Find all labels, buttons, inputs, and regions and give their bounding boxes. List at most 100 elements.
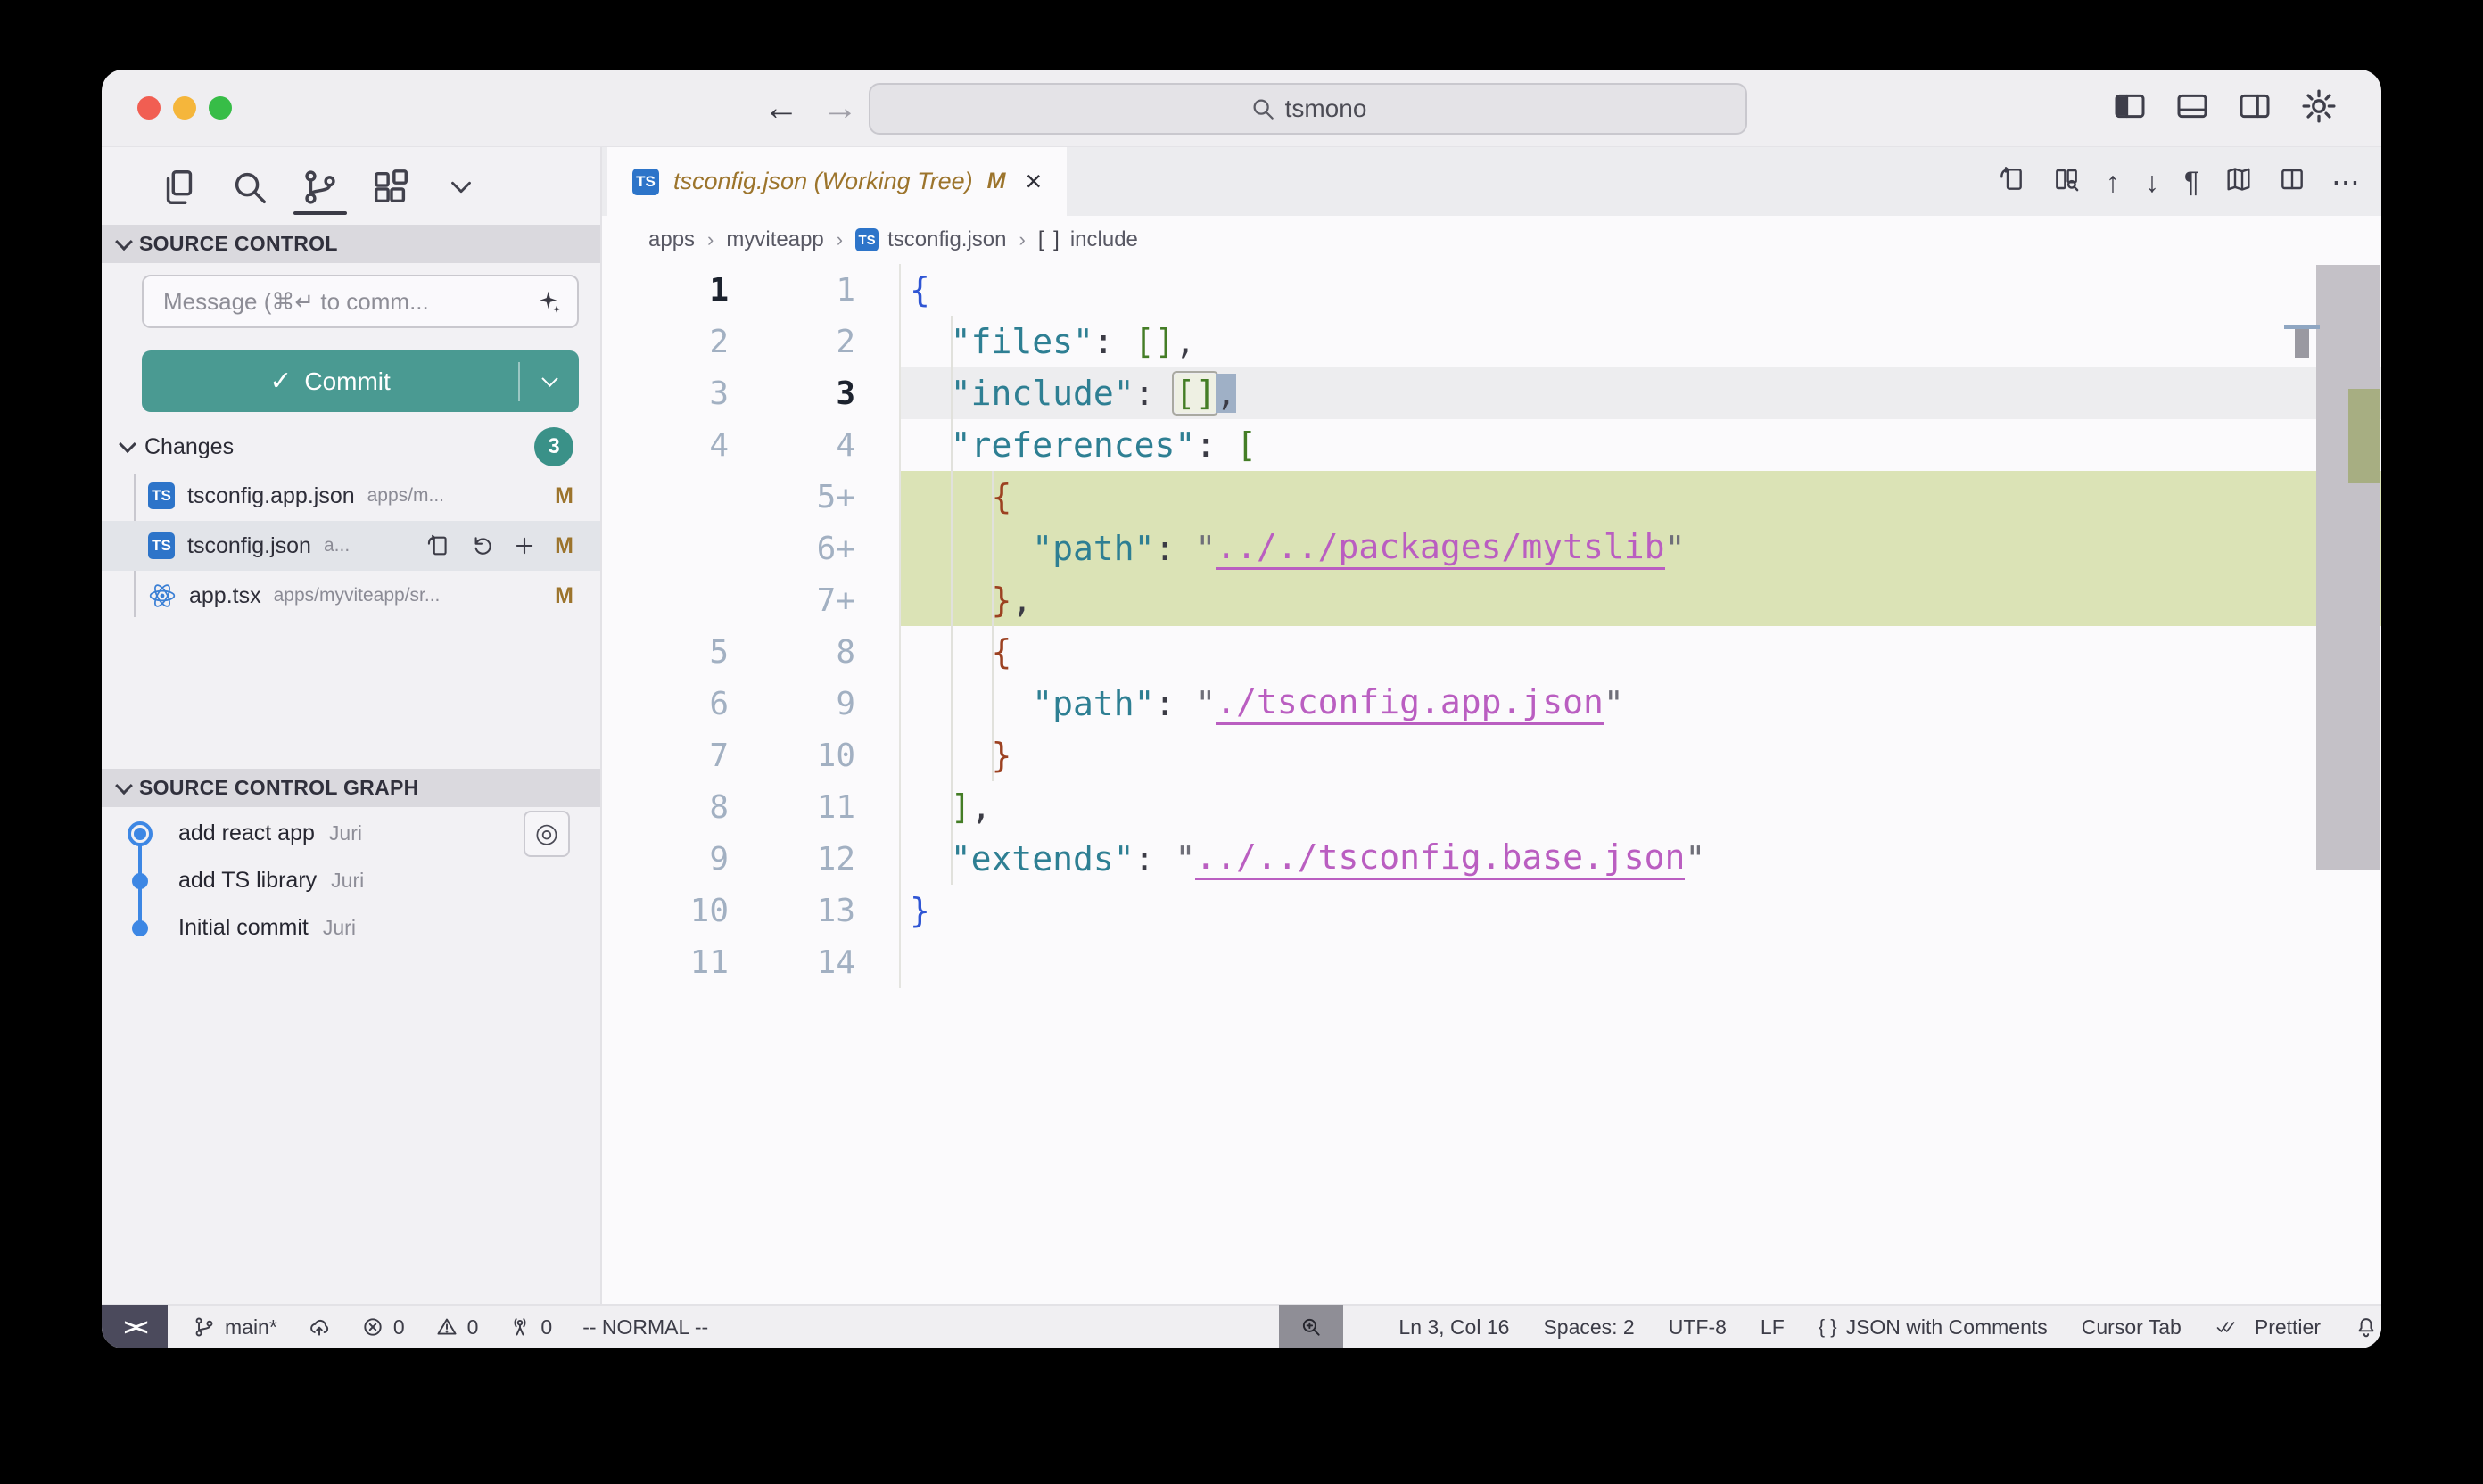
source-control-graph-header[interactable]: SOURCE CONTROL GRAPH [102,769,600,807]
typescript-icon: TS [632,169,659,195]
breadcrumb-item-myviteapp[interactable]: myviteapp [726,227,823,252]
status-lf[interactable]: LF [1761,1315,1785,1340]
activity-item-search[interactable] [229,160,270,215]
discard-icon[interactable] [469,533,494,558]
status-0[interactable]: 0 [435,1315,479,1340]
status-ln-3-col-16[interactable]: Ln 3, Col 16 [1398,1315,1509,1340]
open-changes-icon[interactable] [426,533,451,558]
commit-dropdown-button[interactable] [520,375,579,387]
code-line[interactable]: 1013} [602,885,2381,936]
close-window-button[interactable] [137,96,161,120]
activity-item-extensions[interactable] [370,160,411,215]
commit-row[interactable]: add react appJuri◎ [102,810,600,857]
arrow-up-button[interactable]: ↑ [2106,168,2120,196]
modified-badge: M [555,483,573,509]
breadcrumb-label: myviteapp [726,227,823,252]
layout-sidebar-left-button[interactable] [2112,88,2148,128]
layout-panel-button[interactable] [2174,88,2210,128]
status-remote[interactable]: >< [102,1305,168,1348]
open-changes-button[interactable] [1999,165,2027,198]
tab-tsconfig-working-tree[interactable]: TS tsconfig.json (Working Tree) M × [607,147,1067,216]
status-0[interactable]: 0 [361,1315,405,1340]
status-normal[interactable]: -- NORMAL -- [582,1315,708,1340]
arrow-down-button[interactable]: ↓ [2145,168,2159,196]
code-line[interactable]: 7+ }, [602,574,2381,626]
commit-button[interactable]: ✓ Commit [142,350,579,412]
changed-file-app.tsx[interactable]: app.tsxapps/myviteapp/sr...M [102,571,600,621]
ellipsis-button[interactable]: ⋯ [2331,168,2360,196]
status-json-with-comments[interactable]: { }JSON with Comments [1819,1315,2048,1340]
status-zoom-in[interactable] [1279,1305,1343,1348]
code-line[interactable]: 44 "references": [ [602,419,2381,471]
scrollbar[interactable] [2316,265,2380,870]
breadcrumb-separator: › [837,228,843,251]
status-cursor-tab[interactable]: Cursor Tab [2082,1315,2182,1340]
status-spaces-2[interactable]: Spaces: 2 [1543,1315,1634,1340]
code-line[interactable]: 710 } [602,730,2381,781]
compare-file-button[interactable] [2052,165,2081,198]
status-main[interactable]: main* [193,1315,277,1340]
breadcrumb-item-apps[interactable]: apps [648,227,695,252]
commit-row[interactable]: add TS libraryJuri [102,857,600,904]
status-cloud-upload[interactable] [308,1315,331,1339]
close-icon[interactable]: × [1025,165,1042,198]
layout-sidebar-right-button[interactable] [2237,88,2273,128]
forward-icon[interactable]: → [822,88,858,128]
layout-sidebar-left-icon [2112,88,2148,124]
modified-line-number: 9 [741,686,864,722]
line-content: "path": "../../packages/mytslib" [899,523,2381,574]
search-value: tsmono [1285,95,1367,123]
chevron-down-icon [444,170,478,204]
breadcrumb-item-tsconfig.json[interactable]: TStsconfig.json [855,227,1006,252]
sparkle-icon[interactable] [536,288,563,315]
code-line[interactable]: 22 "files": [], [602,316,2381,367]
typescript-icon: TS [148,532,175,559]
checkout-target-button[interactable]: ◎ [524,811,570,857]
code-line[interactable]: 33 "include": [], [602,367,2381,419]
breadcrumb-item-include[interactable]: [ ]include [1038,227,1138,252]
command-center-search[interactable]: tsmono [869,83,1747,135]
stage-icon[interactable] [512,533,537,558]
diff-editor[interactable]: 11{22 "files": [],33 "include": [],44 "r… [602,264,2381,1304]
line-content: } [899,730,2381,781]
tab-label: tsconfig.json (Working Tree) [673,168,973,195]
original-line-number: 8 [602,789,741,826]
status-bell[interactable] [2355,1315,2378,1339]
code-line[interactable]: 11{ [602,264,2381,316]
code-line[interactable]: 58 { [602,626,2381,678]
status-prettier[interactable]: Prettier [2215,1315,2321,1340]
commit-message: add TS library [178,868,317,894]
modified-line-number: 14 [741,944,864,981]
gear-button[interactable] [2299,87,2339,130]
code-line[interactable]: 912 "extends": "../../tsconfig.base.json… [602,833,2381,885]
changed-file-tsconfig.app.json[interactable]: TStsconfig.app.jsonapps/m...M [102,471,600,521]
code-line[interactable]: 811 ], [602,781,2381,833]
pilcrow-button[interactable]: ¶ [2184,168,2199,196]
compare-file-icon [2052,165,2081,194]
original-line-number: 7 [602,738,741,774]
changes-section-header[interactable]: Changes 3 [102,426,600,467]
zoom-window-button[interactable] [209,96,232,120]
code-line[interactable]: 1114 [602,936,2381,988]
commit-row[interactable]: Initial commitJuri [102,904,600,952]
minimize-window-button[interactable] [173,96,196,120]
sparkle-icon[interactable] [536,288,563,315]
split-editor-button[interactable] [2278,165,2306,198]
code-line[interactable]: 5+ { [602,471,2381,523]
breadcrumb-label: include [1070,227,1138,252]
back-icon[interactable]: ← [763,88,799,128]
activity-item-source-control[interactable] [300,160,341,215]
map-button[interactable] [2224,165,2253,198]
source-control-header[interactable]: SOURCE CONTROL [102,225,600,263]
changed-file-tsconfig.json[interactable]: TStsconfig.jsona...M [102,521,600,571]
line-content: { [899,626,2381,678]
commit-message-input[interactable]: Message (⌘↵ to comm... [142,275,579,328]
activity-item-chevron-down[interactable] [441,160,482,215]
activity-item-files[interactable] [159,160,200,215]
code-line[interactable]: 6+ "path": "../../packages/mytslib" [602,523,2381,574]
cloud-upload-icon [308,1315,331,1339]
code-line[interactable]: 69 "path": "./tsconfig.app.json" [602,678,2381,730]
status-0[interactable]: 0 [508,1315,552,1340]
status-utf-8[interactable]: UTF-8 [1669,1315,1727,1340]
file-path: apps/myviteapp/sr... [274,585,538,606]
